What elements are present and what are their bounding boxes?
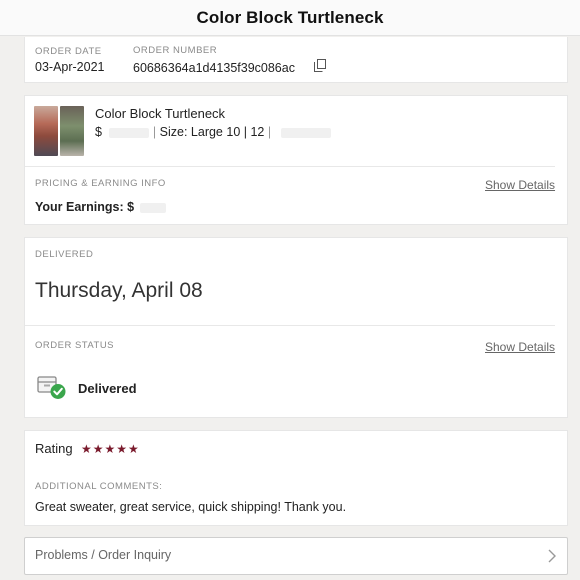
divider [25,325,555,326]
order-number-value: 60686364a1d4135f39c086ac [133,61,295,75]
item-photo-1 [34,106,58,156]
earnings-row: Your Earnings: $ [35,200,166,214]
pricing-label: PRICING & EARNING INFO [35,178,166,189]
order-date-value: 03-Apr-2021 [35,60,105,74]
delivery-date: Thursday, April 08 [35,279,203,302]
order-status-label: ORDER STATUS [35,340,115,351]
chevron-right-icon [548,549,556,563]
item-price-size-row: $ | Size: Large 10 | 12 | [95,125,331,139]
delivered-box-check-icon [37,376,66,399]
inquiry-label: Problems / Order Inquiry [35,548,172,562]
rating-stars: ★★★★★ [81,442,140,456]
delivery-panel: DELIVERED Thursday, April 08 ORDER STATU… [24,237,568,418]
earnings-label: Your Earnings: $ [35,200,135,214]
price-redacted [109,127,150,138]
comment-text: Great sweater, great service, quick ship… [35,500,347,514]
order-date-label: ORDER DATE [35,46,102,57]
status-show-details-link[interactable]: Show Details [485,340,555,354]
earnings-redacted [139,202,166,213]
top-bar: Color Block Turtleneck [0,0,580,36]
delivered-heading: DELIVERED [35,249,94,260]
rating-label: Rating [35,441,73,456]
status-value: Delivered [78,381,137,396]
page-title: Color Block Turtleneck [196,7,384,27]
item-panel: Color Block Turtleneck $ | Size: Large 1… [24,95,568,225]
order-number-label: ORDER NUMBER [133,45,218,56]
copy-icon[interactable] [314,59,326,72]
item-name: Color Block Turtleneck [95,106,226,121]
item-price-prefix: $ [95,125,102,139]
order-inquiry-row[interactable]: Problems / Order Inquiry [24,537,568,575]
item-size: Size: Large 10 | 12 [159,125,265,139]
comments-label: ADDITIONAL COMMENTS: [35,481,163,492]
extra-redacted [280,127,331,138]
pricing-show-details-link[interactable]: Show Details [485,178,555,192]
item-photo-2 [60,106,84,156]
divider [25,166,555,167]
rating-panel: Rating ★★★★★ ADDITIONAL COMMENTS: Great … [24,430,568,526]
item-thumbnail[interactable] [34,106,84,156]
order-info-panel: ORDER DATE 03-Apr-2021 ORDER NUMBER 6068… [24,37,568,83]
